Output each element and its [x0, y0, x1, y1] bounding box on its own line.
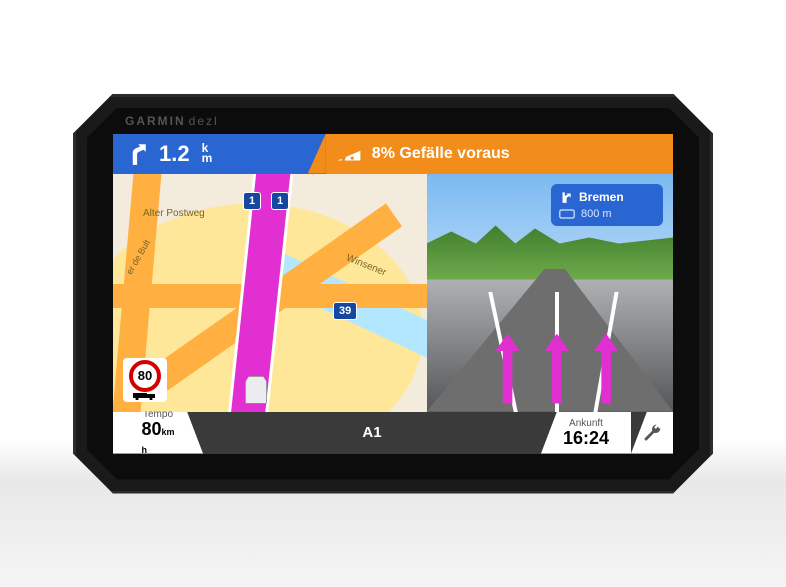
- grade-warning-icon: [336, 144, 362, 164]
- split-view: 1 1 39 Alter Postweg er de Bult Winsener…: [113, 174, 673, 412]
- sign-distance: 800 m: [581, 208, 612, 220]
- sign-destination-row: Bremen: [559, 190, 655, 204]
- speed-limit-value: 80: [129, 360, 161, 392]
- speed-panel[interactable]: Tempo 80kmh: [113, 412, 203, 454]
- overhead-sign: Bremen 800 m: [551, 184, 663, 226]
- vehicle-marker: [245, 376, 267, 404]
- next-turn-panel[interactable]: 1.2 k m: [113, 134, 326, 174]
- brand-line1: GARMIN: [125, 114, 186, 128]
- road-shield: 39: [333, 302, 357, 320]
- road-warning-panel[interactable]: 8% Gefälle voraus: [326, 134, 673, 174]
- brand-line2: dezl: [189, 114, 219, 128]
- brand-label: GARMINdezl: [125, 114, 219, 128]
- current-road[interactable]: A1: [203, 412, 541, 454]
- speed-limit-sign[interactable]: 80: [123, 358, 167, 402]
- next-turn-distance: 1.2: [159, 141, 190, 167]
- road-surface: [427, 269, 673, 412]
- device-bezel: GARMINdezl 1.2 k m 8% Gefälle voraus: [73, 94, 713, 494]
- road-shield: 1: [271, 192, 289, 210]
- speed-value: 80kmh: [141, 420, 174, 454]
- top-bar: 1.2 k m 8% Gefälle voraus: [113, 134, 673, 174]
- bottom-bar: Tempo 80kmh A1 Ankunft 16:24: [113, 412, 673, 454]
- settings-button[interactable]: [631, 412, 673, 454]
- sign-destination: Bremen: [579, 190, 624, 204]
- road-name-label: Alter Postweg: [143, 208, 205, 219]
- truck-icon: [132, 392, 158, 400]
- next-turn-unit: k m: [202, 144, 213, 163]
- arrival-value: 16:24: [563, 429, 609, 447]
- lane-assist-view[interactable]: Bremen 800 m: [427, 174, 673, 412]
- screen: 1.2 k m 8% Gefälle voraus: [113, 134, 673, 454]
- road-shield: 1: [243, 192, 261, 210]
- exit-icon: [559, 209, 575, 219]
- sign-distance-row: 800 m: [559, 208, 655, 220]
- bear-right-icon: [123, 141, 149, 167]
- arrival-panel[interactable]: Ankunft 16:24: [541, 412, 631, 454]
- map-view[interactable]: 1 1 39 Alter Postweg er de Bult Winsener…: [113, 174, 427, 412]
- warning-text: 8% Gefälle voraus: [372, 145, 510, 163]
- wrench-icon: [642, 423, 662, 443]
- ramp-right-icon: [559, 190, 573, 204]
